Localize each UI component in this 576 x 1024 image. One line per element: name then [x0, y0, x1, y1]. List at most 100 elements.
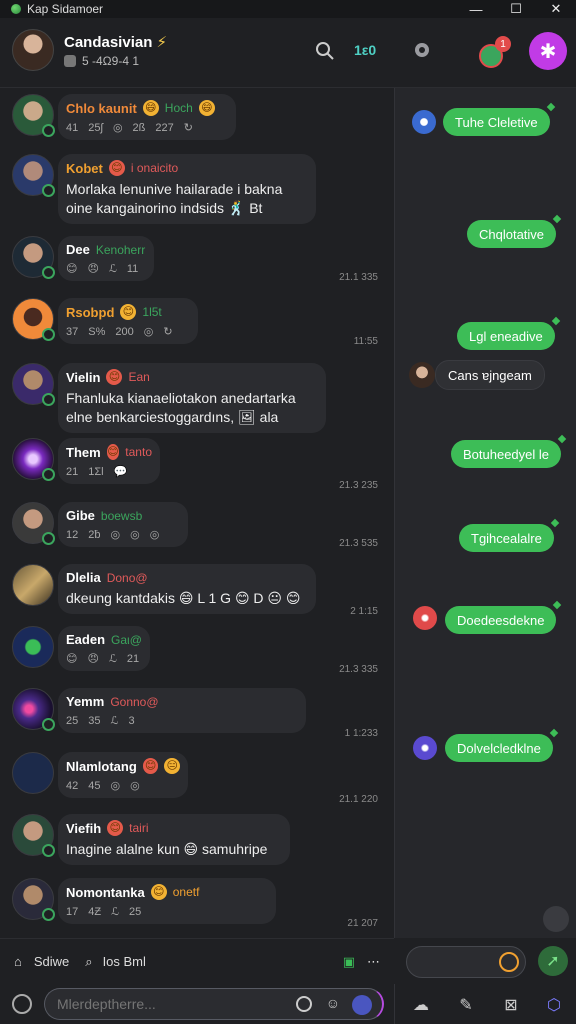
meta-value: 3	[128, 714, 135, 727]
count-label[interactable]: 1ε0	[354, 42, 376, 58]
emoji-picker-icon[interactable]: ☺	[326, 995, 340, 1011]
message-text: dkeung kantdakis 😄 L 1 G 😊 D 😐 😊	[66, 590, 301, 606]
right-input[interactable]	[406, 946, 526, 978]
message-bubble: Viefih 😊 tairi Inagine alalne kun 😄 samuhr…	[58, 814, 290, 865]
status-dot	[42, 468, 55, 481]
sender-name: Nomontanka	[66, 884, 145, 900]
timestamp: 21.3 235	[339, 480, 378, 491]
right-chat-panel[interactable]: Tuhe Cleletive Chqlotative Lgl eneadive …	[394, 88, 576, 938]
search-icon[interactable]	[314, 40, 336, 62]
reaction-icon[interactable]: 😠	[87, 262, 98, 275]
avatar	[12, 236, 55, 279]
emoji-picker-icon[interactable]	[499, 952, 519, 972]
tool-item-sdiwe[interactable]: Sdiwe	[34, 954, 69, 969]
reaction-icon[interactable]: 😊	[66, 262, 77, 275]
sender-tag: boewsb	[100, 508, 143, 523]
chat-bubble[interactable]: Lgl eneadive	[457, 322, 555, 350]
avatar	[12, 298, 55, 341]
avatar	[12, 878, 55, 921]
refresh-icon[interactable]: ↻	[163, 325, 172, 338]
compose-button[interactable]: ✱	[529, 32, 567, 70]
status-dot	[42, 718, 55, 731]
send-button[interactable]: ➚	[538, 946, 568, 976]
reaction-icon[interactable]: 😊	[66, 652, 77, 665]
more-icon[interactable]: ⋯	[367, 954, 380, 970]
timestamp: 21.3 335	[339, 664, 378, 675]
chat-bubble[interactable]: Tgihcealalre	[459, 524, 554, 552]
emoji-icon: 😄	[142, 100, 159, 116]
pen-icon[interactable]: ✎	[455, 994, 477, 1016]
sender-tag: i onaicito	[130, 161, 179, 175]
chat-bubble[interactable]: Tuhe Cleletive	[443, 108, 550, 136]
emoji-icon: 😊	[120, 304, 137, 320]
meta-value: 25	[66, 714, 79, 727]
message-bubble: Rsobpd 😊 1l5t 37 S% 200 ◎ ↻	[58, 298, 198, 344]
chat-bubble[interactable]: Doedeesdekne	[445, 606, 557, 634]
sender-tag: Kenoherr	[95, 242, 146, 257]
meta-value: 25	[129, 905, 142, 918]
attach-icon[interactable]	[12, 994, 32, 1014]
timestamp: 21.1 335	[339, 272, 378, 283]
meta-value: 35	[88, 714, 101, 727]
avatar	[12, 564, 54, 606]
contact-name[interactable]: Candasivian ⚡	[64, 33, 167, 51]
chat-bubble[interactable]: Botuheedyel le	[451, 440, 562, 468]
send-icon[interactable]	[352, 995, 372, 1015]
message-text: Inagine alalne kun 😄 samuhripe	[66, 841, 268, 857]
sender-name: Chlo kaunit	[66, 100, 137, 116]
meta-value: 45	[88, 779, 101, 792]
status-dot	[42, 266, 55, 279]
title-bar: Kap Sidamoer — ☐ ✕	[0, 0, 576, 18]
meta-value: 11	[126, 262, 139, 275]
message-bubble: Nomontanka 😊 onetf 17 4Ƶ ℒ 25	[58, 878, 276, 924]
sparkle-icon: ⚡	[156, 34, 168, 51]
notifications-button[interactable]: 1	[475, 36, 511, 72]
message-input[interactable]	[57, 996, 277, 1012]
emoji-icon: 😊	[107, 820, 124, 836]
meta-icon: ℒ	[108, 263, 117, 275]
chat-icon[interactable]: ☁	[410, 994, 432, 1016]
timestamp: 11:55	[353, 336, 378, 347]
message-bubble: Dee Kenoherr 😊 😠 ℒ 11	[58, 236, 154, 281]
record-icon[interactable]	[296, 996, 312, 1012]
home-icon[interactable]: ⌂	[14, 954, 22, 969]
status-dot	[42, 328, 55, 341]
bottom-toolbar: ⌂ Sdiwe ⌕ Ios Bml ▣ ⋯	[0, 938, 394, 984]
minimize-button[interactable]: —	[456, 0, 496, 18]
chat-bubble[interactable]: Dolvelcledklne	[445, 734, 553, 762]
window-title: Kap Sidamoer	[27, 2, 104, 16]
message-bubble: Dlelia Dono@ dkeung kantdakis 😄 L 1 G 😊 D…	[58, 564, 316, 614]
meta-icon: ◎	[130, 780, 140, 792]
maximize-button[interactable]: ☐	[496, 0, 536, 18]
chat-bubble[interactable]: Chqlotative	[467, 220, 557, 248]
avatar	[12, 154, 55, 197]
sender-tag: tanto	[125, 445, 152, 459]
refresh-icon[interactable]: ↻	[184, 121, 193, 134]
contact-avatar[interactable]	[12, 29, 54, 71]
sender-name: Rsobpd	[66, 304, 115, 320]
message-list[interactable]: Chlo kaunit 😄 Hoch 😄 41 25ʃ ◎ 2ß 227 ↻ Kobet 😊 i o…	[0, 88, 394, 938]
status-dot	[42, 393, 55, 406]
gear-icon[interactable]	[411, 39, 433, 61]
sticker-icon[interactable]: ⊠	[500, 994, 522, 1016]
message-text: Morlaka lenunive hailarade i bakna oine …	[66, 181, 283, 216]
close-button[interactable]: ✕	[536, 0, 576, 18]
meta-value: 41	[66, 121, 79, 134]
meta-value: S%	[88, 325, 106, 338]
sender-name: Dee	[66, 242, 90, 257]
search-icon[interactable]: ⌕	[85, 954, 92, 970]
message-input-container: ☺	[44, 988, 384, 1020]
emoji-icon: 😊	[142, 758, 159, 774]
tool-item-ios[interactable]: Ios Bml	[103, 954, 146, 969]
contact-subtitle: 5 -4Ω9-4 1	[64, 54, 139, 68]
chat-bubble[interactable]: Cans ɐjngeam	[435, 360, 545, 390]
meta-value: 21	[126, 652, 140, 665]
meta-value: 4Ƶ	[88, 905, 102, 918]
grid-icon[interactable]: ▣	[343, 954, 355, 970]
reaction-icon[interactable]: 😠	[87, 652, 98, 665]
sender-tag: Gonno@	[110, 694, 159, 709]
meta-icon: ℒ	[110, 715, 119, 727]
reply-icon[interactable]: 💬	[114, 465, 128, 478]
apps-icon[interactable]: ⬡	[543, 994, 565, 1016]
sender-tag: Hoch	[164, 101, 193, 115]
